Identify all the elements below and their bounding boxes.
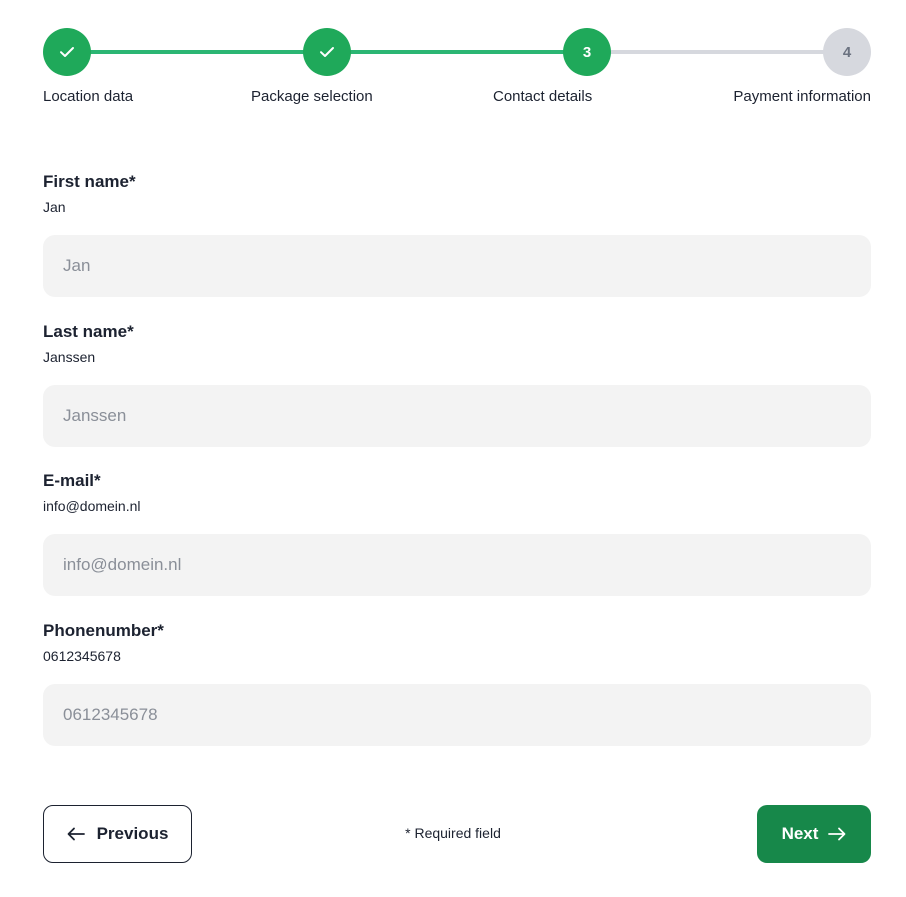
first-name-input[interactable]: [43, 235, 871, 297]
check-icon: [59, 46, 75, 58]
step-3-number: 3: [582, 43, 592, 61]
last-name-label: Last name*: [43, 322, 134, 341]
email-label: E-mail*: [43, 471, 101, 490]
step-3-label: Contact details: [493, 88, 593, 105]
step-1-label: Location data: [43, 88, 134, 105]
phone-field: Phonenumber* 0612345678: [43, 621, 871, 746]
step-1-circle: [43, 28, 91, 76]
first-name-value: Jan: [43, 199, 66, 215]
step-4-label: Payment information: [733, 88, 871, 105]
progress-stepper: 3 4 Location data Package selection Cont…: [0, 0, 906, 120]
check-icon: [319, 46, 335, 58]
email-value: info@domein.nl: [43, 498, 141, 514]
last-name-input[interactable]: [43, 385, 871, 447]
email-field: E-mail* info@domein.nl: [43, 471, 871, 596]
next-button[interactable]: Next: [757, 805, 871, 863]
step-3-circle: 3: [563, 28, 611, 76]
phone-input[interactable]: [43, 684, 871, 746]
last-name-value: Janssen: [43, 349, 96, 365]
step-2-label: Package selection: [251, 88, 373, 105]
checkout-page: 3 4 Location data Package selection Cont…: [0, 0, 906, 897]
step-connector-3: [587, 50, 848, 54]
next-button-label: Next: [781, 824, 819, 843]
step-connector-2: [327, 50, 588, 54]
arrow-right-icon: [828, 827, 846, 841]
step-2-circle: [303, 28, 351, 76]
step-4-circle: 4: [823, 28, 871, 76]
last-name-field: Last name* Janssen: [43, 322, 871, 447]
step-connector-1: [67, 50, 328, 54]
first-name-field: First name* Jan: [43, 172, 871, 297]
step-4-number: 4: [842, 43, 852, 61]
first-name-label: First name*: [43, 172, 136, 191]
email-input[interactable]: [43, 534, 871, 596]
phone-label: Phonenumber*: [43, 621, 164, 640]
phone-value: 0612345678: [43, 648, 121, 664]
